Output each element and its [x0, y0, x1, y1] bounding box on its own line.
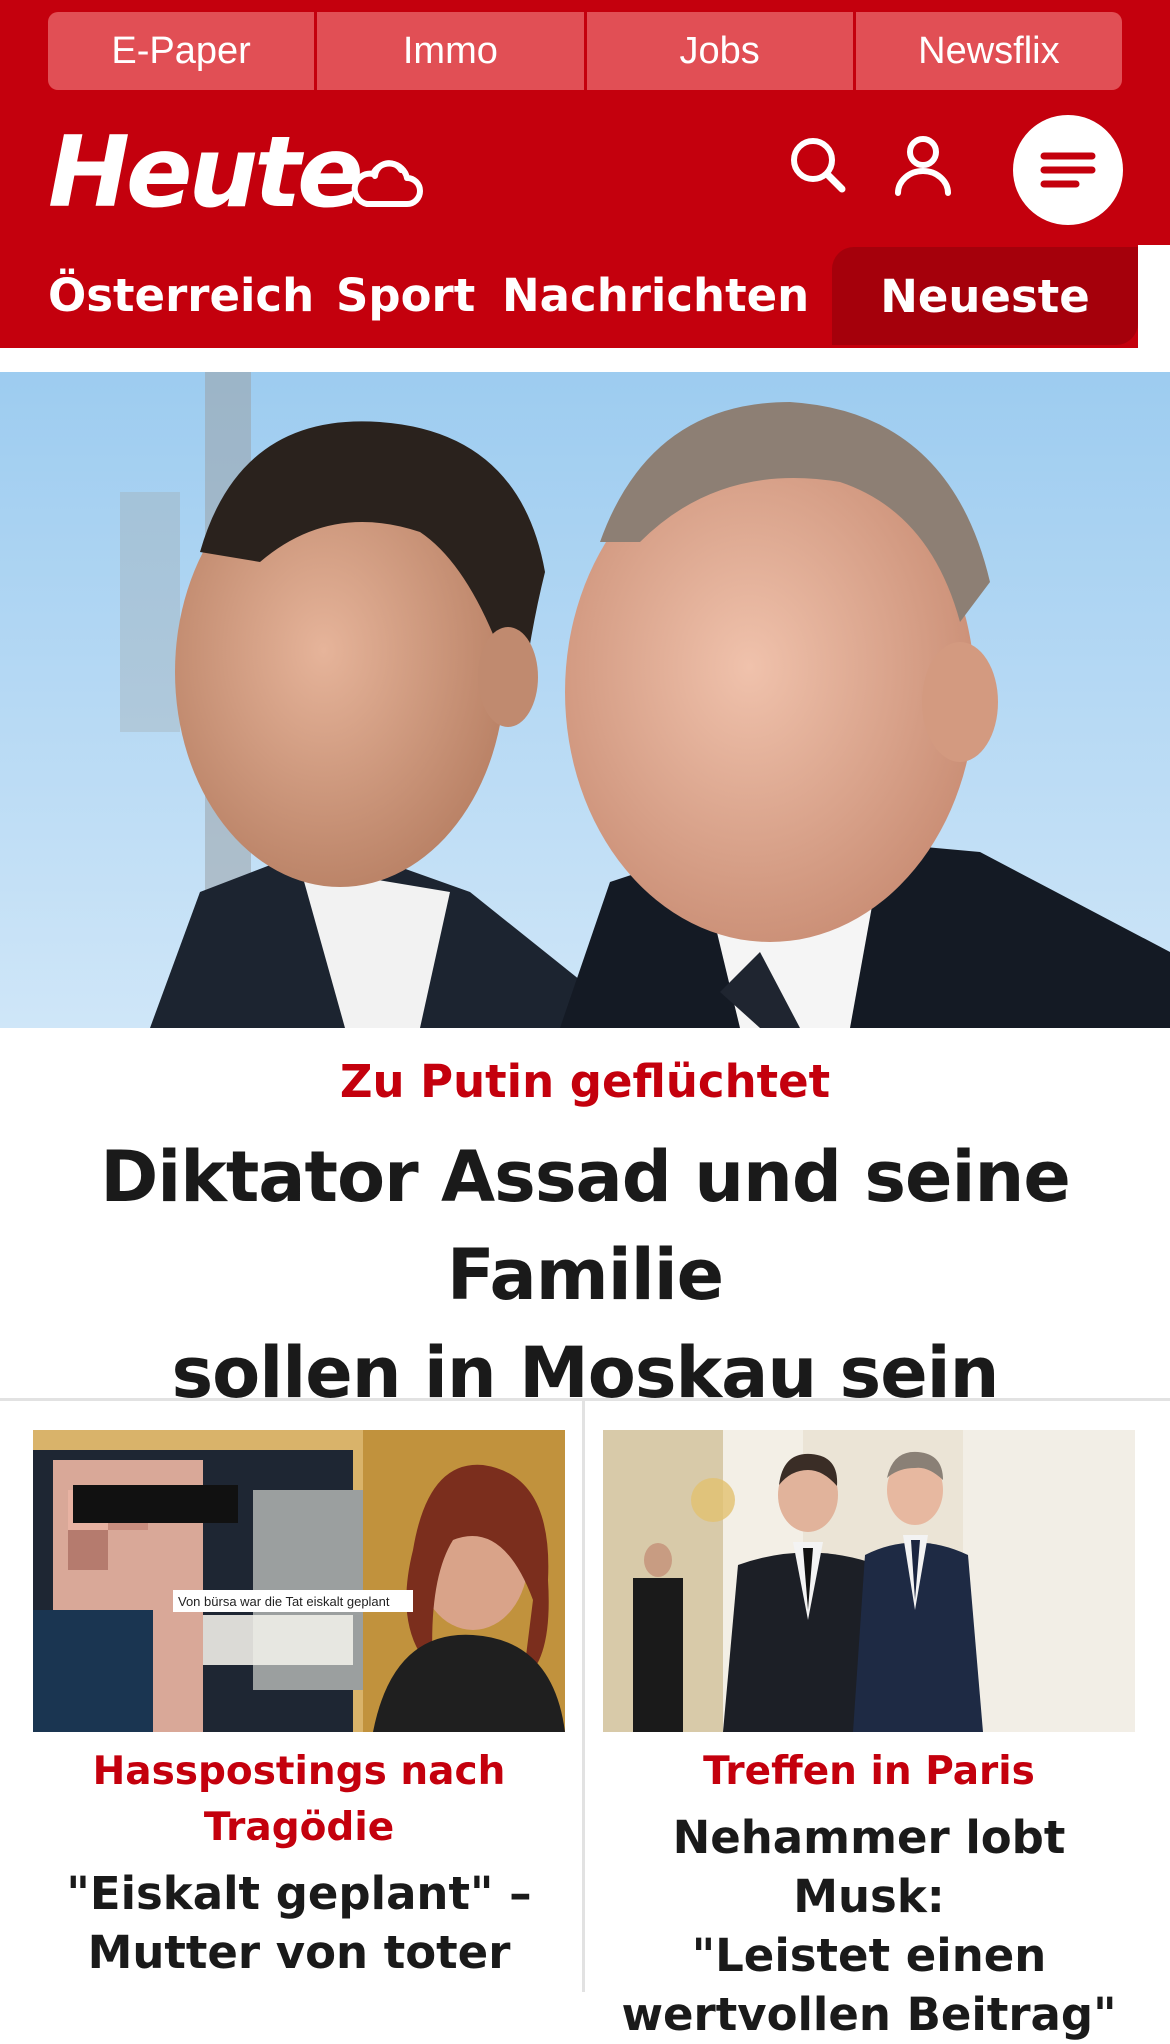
title-line-1: "Eiskalt geplant" –: [66, 1867, 532, 1920]
tab-immo[interactable]: Immo: [317, 12, 587, 90]
hero-photo: [0, 372, 1170, 1028]
kicker-line-2: Tragödie: [203, 1805, 395, 1850]
grid-divider-vertical: [582, 1398, 585, 1992]
menu-button[interactable]: [1013, 115, 1123, 225]
site-header: E-Paper Immo Jobs Newsflix Heute Österre…: [0, 0, 1170, 348]
hero-kicker[interactable]: Zu Putin geflüchtet: [0, 1055, 1170, 1108]
section-nav: Österreich Sport Nachrichten Neueste: [0, 245, 1138, 348]
header-notch: [1138, 245, 1170, 348]
article-photo-right: [603, 1430, 1135, 1732]
tab-jobs[interactable]: Jobs: [586, 12, 856, 90]
article-image-left: Von bürsa war die Tat eiskalt geplant: [33, 1430, 565, 1732]
hero-headline-line-1: Diktator Assad und seine Familie: [100, 1136, 1071, 1316]
nav-item-sport[interactable]: Sport: [336, 270, 475, 322]
article-kicker-left: Hasspostings nach Tragödie: [33, 1744, 565, 1856]
cloud-icon[interactable]: [345, 148, 423, 218]
hero-headline[interactable]: Diktator Assad und seine Familie sollen …: [0, 1128, 1170, 1422]
search-button[interactable]: [783, 130, 853, 200]
user-icon: [895, 136, 951, 196]
article-card-left[interactable]: Von bürsa war die Tat eiskalt geplant Ha…: [33, 1430, 565, 1982]
image-caption: Von bürsa war die Tat eiskalt geplant: [178, 1594, 390, 1609]
menu-icon: [1040, 152, 1096, 188]
article-kicker-right: Treffen in Paris: [603, 1744, 1135, 1800]
title-line-2: Mutter von toter: [87, 1926, 511, 1979]
nav-item-nachrichten[interactable]: Nachrichten: [502, 270, 809, 322]
article-image-right: [603, 1430, 1135, 1732]
article-title-left: "Eiskalt geplant" – Mutter von toter: [33, 1864, 565, 1982]
search-icon: [791, 138, 846, 193]
title-line-1: Nehammer lobt Musk:: [672, 1811, 1066, 1923]
grid-divider-horizontal: [0, 1398, 1170, 1401]
article-card-right[interactable]: Treffen in Paris Nehammer lobt Musk: "Le…: [603, 1430, 1135, 2044]
article-photo-left: Von bürsa war die Tat eiskalt geplant: [33, 1430, 565, 1732]
tab-newsflix[interactable]: Newsflix: [855, 12, 1122, 90]
heute-logo[interactable]: Heute: [48, 118, 364, 228]
nav-item-oesterreich[interactable]: Österreich: [48, 270, 314, 322]
account-button[interactable]: [888, 130, 958, 200]
tab-e-paper[interactable]: E-Paper: [48, 12, 318, 90]
hero-headline-line-2: sollen in Moskau sein: [171, 1332, 1000, 1414]
nav-item-neueste[interactable]: Neueste: [832, 247, 1138, 345]
kicker-line-1: Treffen in Paris: [703, 1749, 1035, 1794]
top-tabs: E-Paper Immo Jobs Newsflix: [48, 12, 1122, 90]
kicker-line-1: Hasspostings nach: [92, 1749, 506, 1794]
article-title-right: Nehammer lobt Musk: "Leistet einen wertv…: [603, 1808, 1135, 2044]
title-line-3: wertvollen Beitrag": [621, 1988, 1117, 2041]
title-line-2: "Leistet einen: [691, 1929, 1047, 1982]
hero-image[interactable]: [0, 372, 1170, 1028]
